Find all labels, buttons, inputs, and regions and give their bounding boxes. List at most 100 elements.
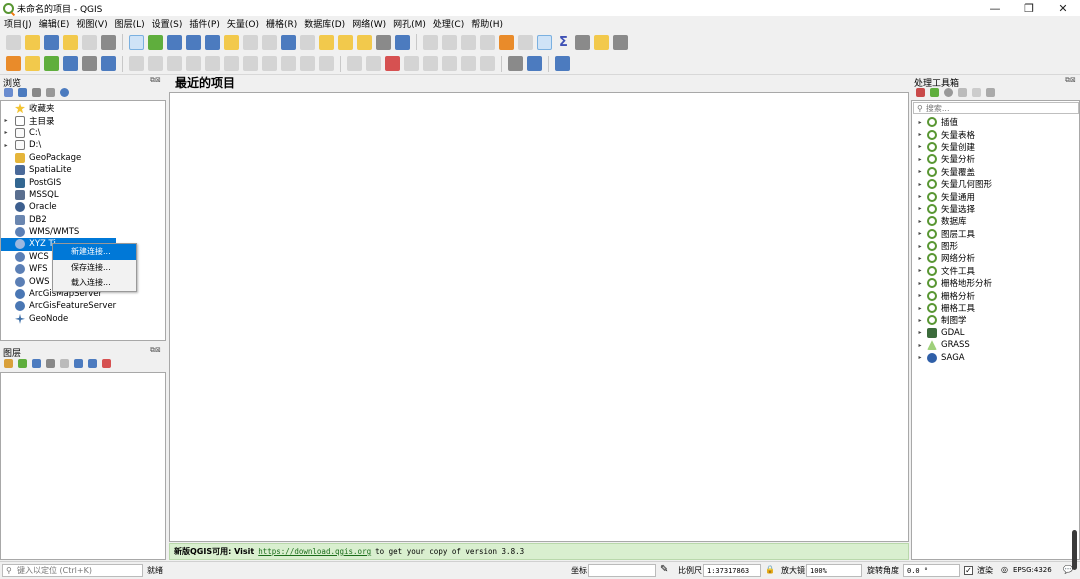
toolbox-search-input[interactable]: ⚲ 搜索... [913, 102, 1079, 114]
browser-item-mssql[interactable]: MSSQL [1, 189, 165, 201]
new-virtual-layer-icon[interactable] [101, 56, 116, 71]
toolbox-item-vector-geometry[interactable]: ▸ 矢量几何图形 [913, 178, 1079, 190]
toolbox-panel-controls[interactable]: ⧉⊠ [1065, 76, 1076, 85]
edit-features-in-place-icon[interactable] [972, 88, 981, 97]
zoom-next-icon[interactable] [300, 34, 315, 50]
add-group-icon[interactable] [18, 359, 27, 368]
zoom-full-icon[interactable] [205, 34, 220, 50]
expand-arrow[interactable]: ▸ [913, 354, 927, 361]
expand-arrow[interactable]: ▸ [913, 329, 927, 336]
expand-arrow[interactable]: ▸ [913, 230, 927, 237]
expand-arrow[interactable]: ▸ [913, 267, 927, 274]
expand-arrow[interactable]: ▸ [913, 119, 927, 126]
browser-item-oracle[interactable]: Oracle [1, 201, 165, 213]
browser-item-favorites[interactable]: 收藏夹 [1, 102, 165, 114]
properties-info-icon[interactable] [60, 88, 69, 97]
add-selected-layers-icon[interactable] [4, 88, 13, 97]
browser-item-c-drive[interactable]: ▸ C:\ [1, 127, 165, 139]
menu-layer[interactable]: 图层(L) [115, 17, 145, 30]
data-source-manager-icon[interactable] [6, 56, 21, 71]
menu-raster[interactable]: 栅格(R) [266, 17, 297, 30]
magnifier-spinbox[interactable]: 100% [806, 564, 862, 577]
identify-icon[interactable] [423, 34, 438, 50]
toolbox-item-vector-overlay[interactable]: ▸ 矢量覆盖 [913, 166, 1079, 178]
browser-item-arcgis-feature-server[interactable]: ArcGisFeatureServer [1, 300, 165, 312]
recent-projects-list[interactable] [169, 92, 909, 542]
show-bookmarks-icon[interactable] [357, 34, 372, 50]
save-edits-icon[interactable] [167, 56, 182, 71]
expand-arrow[interactable]: ▸ [913, 255, 927, 262]
toolbox-item-database[interactable]: ▸ 数据库 [913, 215, 1079, 227]
processing-toolbox-icon[interactable] [537, 34, 552, 50]
temporal-icon[interactable] [376, 34, 391, 50]
new-map-view-icon[interactable] [319, 34, 334, 50]
toolbox-item-vector-table[interactable]: ▸ 矢量表格 [913, 128, 1079, 141]
statistics-sigma-icon[interactable]: Σ [556, 35, 571, 50]
zoom-out-icon[interactable] [186, 34, 201, 50]
toolbox-item-grass[interactable]: ▸ GRASS [913, 339, 1079, 351]
expand-arrow[interactable]: ▸ [913, 305, 927, 312]
rotate-label-icon[interactable] [423, 56, 438, 71]
collapse-all-icon[interactable] [46, 88, 55, 97]
save-project-icon[interactable] [44, 34, 59, 50]
undo-icon[interactable] [300, 56, 315, 71]
add-feature-icon[interactable] [186, 56, 201, 71]
label-properties-icon[interactable] [480, 56, 495, 71]
zoom-in-icon[interactable] [167, 34, 182, 50]
toolbox-item-vector-general[interactable]: ▸ 矢量通用 [913, 190, 1079, 203]
style-panel-icon[interactable] [4, 359, 13, 368]
change-label-icon[interactable] [442, 56, 457, 71]
menu-database[interactable]: 数据库(D) [304, 17, 345, 30]
print-layout-icon[interactable] [82, 34, 97, 50]
new-temp-layer-icon[interactable] [82, 56, 97, 71]
expand-arrow[interactable]: ▸ [913, 205, 927, 212]
expand-arrow[interactable]: ▸ [913, 168, 927, 175]
manage-visibility-icon[interactable] [32, 359, 41, 368]
locator-input[interactable]: ⚲ 键入以定位 (Ctrl+K) [2, 564, 143, 577]
load-connections-menu-item[interactable]: 载入连接... [53, 275, 136, 291]
move-label-icon[interactable] [404, 56, 419, 71]
crs-globe-icon[interactable]: ◎ [1001, 565, 1008, 574]
expand-arrow[interactable]: ▸ [1, 117, 11, 124]
expand-arrow[interactable]: ▸ [913, 243, 927, 250]
new-project-icon[interactable] [6, 34, 21, 50]
browser-item-geonode[interactable]: GeoNode [1, 313, 165, 325]
text-annotation-icon[interactable] [613, 34, 628, 50]
menu-settings[interactable]: 设置(S) [152, 17, 183, 30]
highlight-labels-icon[interactable] [385, 56, 400, 71]
refresh-icon[interactable] [395, 34, 410, 50]
paste-features-icon[interactable] [281, 56, 296, 71]
expand-arrow[interactable]: ▸ [913, 317, 927, 324]
menu-project[interactable]: 项目(J) [4, 17, 32, 30]
new-shapefile-icon[interactable] [44, 56, 59, 71]
toolbox-item-layer-tools[interactable]: ▸ 图层工具 [913, 228, 1079, 240]
minimize-button[interactable]: — [978, 0, 1012, 16]
render-checkbox[interactable]: ✓ [964, 566, 973, 575]
results-viewer-icon[interactable] [958, 88, 967, 97]
expand-arrow[interactable]: ▸ [913, 181, 927, 188]
delete-selected-icon[interactable] [224, 56, 239, 71]
menu-vector[interactable]: 矢量(O) [227, 17, 259, 30]
new-bookmark-icon[interactable] [338, 34, 353, 50]
toolbox-item-interpolation[interactable]: ▸ 插值 [913, 116, 1079, 128]
menu-help[interactable]: 帮助(H) [471, 17, 503, 30]
menu-processing[interactable]: 处理(C) [433, 17, 464, 30]
expand-arrow[interactable]: ▸ [1, 129, 11, 136]
toolbox-item-vector-creation[interactable]: ▸ 矢量创建 [913, 141, 1079, 153]
menu-mesh[interactable]: 网孔(M) [393, 17, 426, 30]
help-book-icon[interactable] [555, 56, 570, 71]
toolbox-item-vector-selection[interactable]: ▸ 矢量选择 [913, 203, 1079, 215]
crs-indicator[interactable]: EPSG:4326 [1013, 566, 1052, 574]
measure-icon[interactable] [575, 34, 590, 50]
toggle-editing-icon[interactable] [148, 56, 163, 71]
browser-item-db2[interactable]: DB2 [1, 214, 165, 226]
menu-plugins[interactable]: 插件(P) [189, 17, 219, 30]
filter-icon[interactable] [32, 88, 41, 97]
attribute-table-icon[interactable] [499, 34, 514, 50]
refresh-icon[interactable] [18, 88, 27, 97]
current-edits-icon[interactable] [129, 56, 144, 71]
collapse-all-icon[interactable] [88, 359, 97, 368]
action-icon[interactable] [442, 34, 457, 50]
menu-view[interactable]: 视图(V) [76, 17, 107, 30]
field-calculator-icon[interactable] [518, 34, 533, 50]
